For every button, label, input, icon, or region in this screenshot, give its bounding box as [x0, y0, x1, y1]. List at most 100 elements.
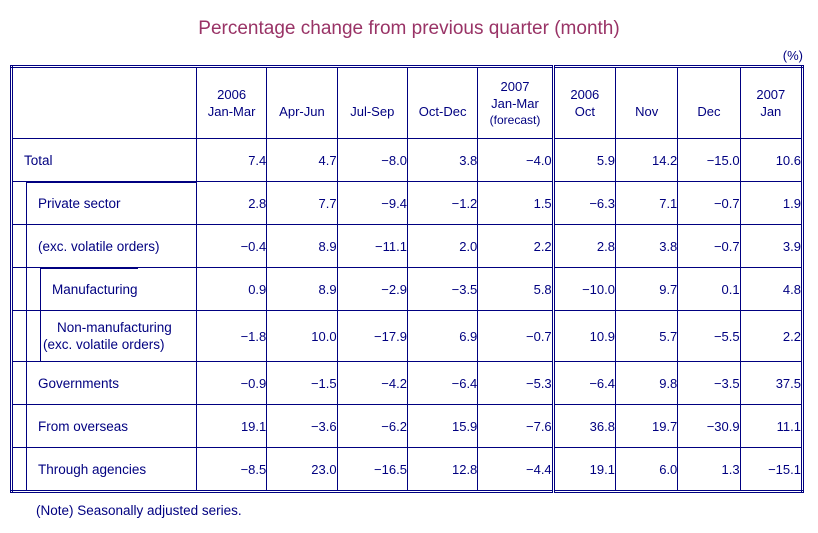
data-cell: 0.1 [677, 267, 741, 311]
data-cell: −2.9 [336, 267, 408, 311]
row-label-indent-wrapper: From overseas [26, 405, 196, 447]
data-cell: −5.5 [677, 310, 741, 362]
data-cell: −3.5 [677, 361, 741, 405]
header-quarter-1: 2006 Jan-Mar [195, 66, 268, 139]
data-cell: −15.1 [739, 447, 804, 492]
data-cell: −4.0 [477, 138, 554, 182]
table-row: Governments −0.9 −1.5 −4.2 −6.4 −5.3 −6.4 9.8 −3… [11, 361, 804, 405]
header-month-3: 2006 Dec [677, 66, 741, 139]
page-title: Percentage change from previous quarter … [198, 18, 620, 39]
data-cell: 6.9 [406, 310, 479, 362]
data-cell: −6.2 [336, 404, 408, 448]
data-cell: 8.9 [266, 267, 338, 311]
data-cell: 1.3 [677, 447, 741, 492]
data-cell: −9.4 [336, 181, 408, 225]
row-label-cell: Manufacturing [11, 267, 197, 311]
table-body: Total 7.4 4.7 −8.0 3.8 −4.0 5.9 14.2 −15.0 10.6 Pr… [11, 138, 804, 492]
row-label-text: Governments [38, 375, 120, 391]
data-cell: 3.8 [614, 224, 679, 268]
header-period: Apr-Jun [279, 104, 325, 119]
data-cell: 6.0 [614, 447, 679, 492]
row-label-text: From overseas [38, 418, 129, 434]
header-period: Jan-Mar [491, 95, 539, 111]
row-label-text: Manufacturing [52, 282, 138, 297]
data-cell: −5.3 [477, 361, 554, 405]
data-cell: 2.8 [195, 181, 268, 225]
data-cell: −3.6 [266, 404, 338, 448]
data-cell: 7.7 [266, 181, 338, 225]
data-cell: −15.0 [677, 138, 741, 182]
data-cell: 7.4 [195, 138, 268, 182]
header-quarter-3: 2006 Jul-Sep [336, 66, 408, 139]
data-cell: −0.9 [195, 361, 268, 405]
header-month-1: 2006 Oct [551, 66, 616, 139]
data-cell: 10.9 [551, 310, 616, 362]
table-note: (Note) Seasonally adjusted series. [36, 503, 242, 518]
row-label-line1: Non-manufacturing [57, 319, 172, 335]
data-cell: −6.3 [551, 181, 616, 225]
data-cell: 1.9 [739, 181, 804, 225]
data-cell: 15.9 [406, 404, 479, 448]
header-year: 2006 [217, 87, 247, 102]
row-label-indent-wrapper: Through agencies [26, 448, 196, 490]
data-cell: 10.6 [739, 138, 804, 182]
data-cell: −6.4 [551, 361, 616, 405]
table-row: Private sector 2.8 7.7 −9.4 −1.2 1.5 −6.3 7.1 −0… [11, 181, 804, 225]
table-header: 2006 Jan-Mar 2006 Apr-Jun 2006 Jul-Sep 2… [11, 66, 804, 139]
data-cell: −4.4 [477, 447, 554, 492]
data-cell: 36.8 [551, 404, 616, 448]
data-cell: −16.5 [336, 447, 408, 492]
header-year: 2007 [500, 78, 530, 94]
data-cell: −3.5 [406, 267, 479, 311]
data-cell: 14.2 [614, 138, 679, 182]
statistics-table: 2006 Jan-Mar 2006 Apr-Jun 2006 Jul-Sep 2… [10, 65, 804, 493]
table-row: (exc. volatile orders) −0.4 8.9 −11.1 2.0 2.2… [11, 224, 804, 268]
header-row: 2006 Jan-Mar 2006 Apr-Jun 2006 Jul-Sep 2… [11, 66, 804, 139]
data-cell: −10.0 [551, 267, 616, 311]
data-cell: −0.7 [677, 224, 741, 268]
data-cell: −0.7 [677, 181, 741, 225]
row-label-indent-wrapper: Manufacturing [26, 267, 196, 311]
header-quarter-2: 2006 Apr-Jun [266, 66, 338, 139]
data-cell: 2.0 [406, 224, 479, 268]
data-cell: 37.5 [739, 361, 804, 405]
data-cell: 7.1 [614, 181, 679, 225]
row-label-text: Non-manufacturing (exc. volatile orders) [43, 319, 172, 353]
row-label-indent-wrapper: Private sector [26, 182, 196, 224]
data-cell: −1.2 [406, 181, 479, 225]
table-row: Total 7.4 4.7 −8.0 3.8 −4.0 5.9 14.2 −15.0 10.6 [11, 138, 804, 182]
header-period: Jan [760, 104, 782, 119]
data-cell: 3.8 [406, 138, 479, 182]
data-cell: 2.2 [477, 224, 554, 268]
data-cell: −11.1 [336, 224, 408, 268]
data-cell: 10.0 [266, 310, 338, 362]
data-cell: −1.5 [266, 361, 338, 405]
data-cell: 11.1 [739, 404, 804, 448]
data-cell: 12.8 [406, 447, 479, 492]
header-year: 2007 [756, 87, 786, 102]
row-label-line2: (exc. volatile orders) [43, 336, 165, 352]
data-cell: 8.9 [266, 224, 338, 268]
data-cell: −8.0 [336, 138, 408, 182]
row-label-cell: From overseas [11, 404, 197, 448]
header-period: Oct [574, 104, 595, 119]
header-quarter-4: 2006 Oct-Dec [406, 66, 479, 139]
data-cell: −1.8 [195, 310, 268, 362]
row-label-text: Private sector [38, 196, 121, 211]
data-cell: 9.7 [614, 267, 679, 311]
header-period: Dec [697, 104, 721, 119]
data-cell: 19.1 [551, 447, 616, 492]
unit-label: (%) [782, 48, 803, 63]
data-cell: 1.5 [477, 181, 554, 225]
table-row: Manufacturing 0.9 8.9 −2.9 −3.5 5.8 −10.0 9.7 0.… [11, 267, 804, 311]
header-period: Nov [635, 104, 659, 119]
data-cell: 4.7 [266, 138, 338, 182]
row-label-cell: (exc. volatile orders) [11, 224, 197, 268]
data-cell: 5.7 [614, 310, 679, 362]
row-label-cell: Through agencies [11, 447, 197, 492]
table-container: 2006 Jan-Mar 2006 Apr-Jun 2006 Jul-Sep 2… [0, 65, 818, 493]
row-label-indent-wrapper: Total [13, 139, 196, 181]
row-label-indent-wrapper: Governments [26, 362, 196, 404]
data-cell: 19.1 [195, 404, 268, 448]
row-label-text: (exc. volatile orders) [38, 238, 160, 254]
